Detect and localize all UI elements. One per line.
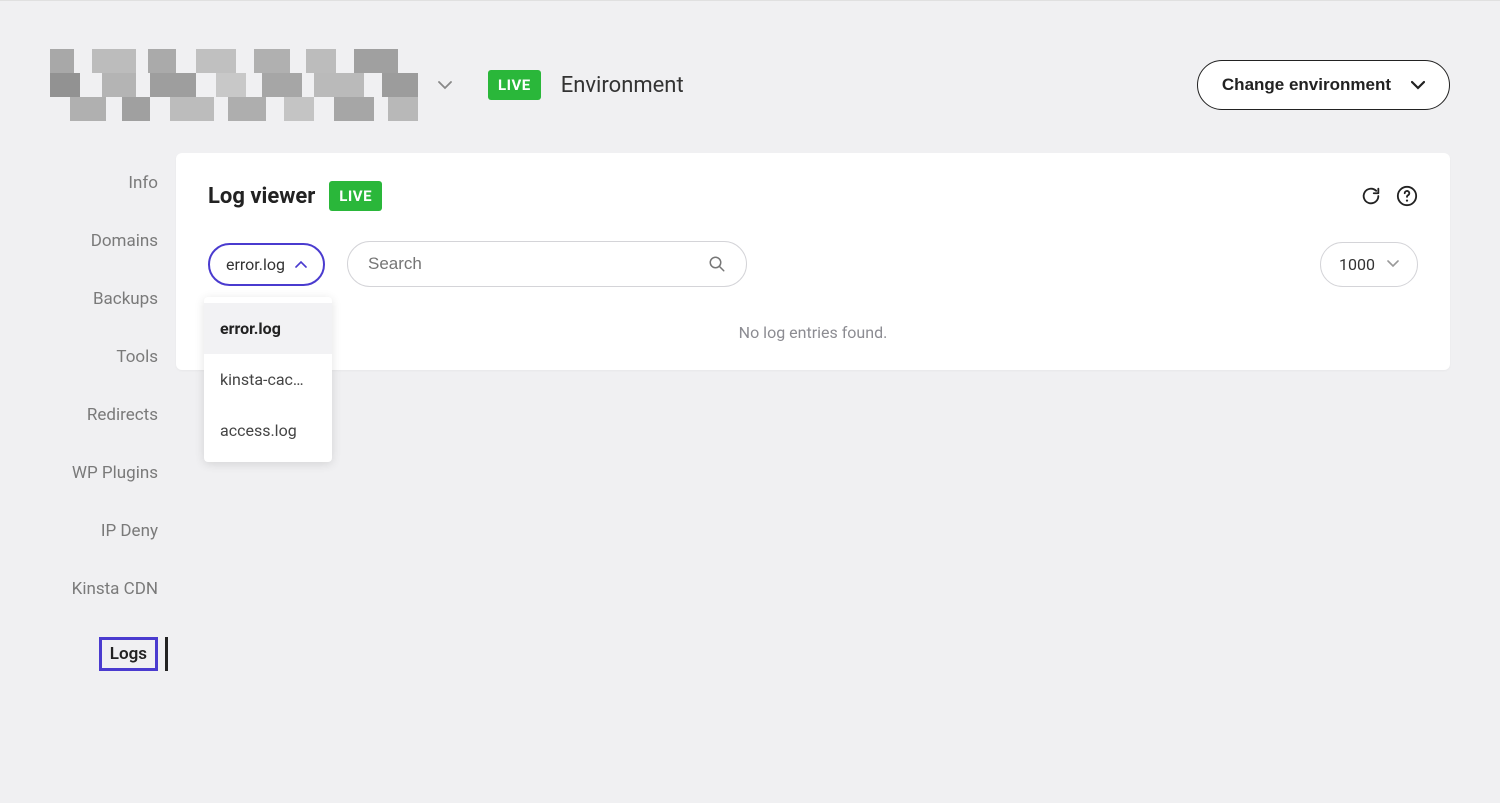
site-name-redacted xyxy=(50,49,418,121)
dropdown-item-error-log[interactable]: error.log xyxy=(204,303,332,354)
panel-live-badge: LIVE xyxy=(329,181,382,211)
log-viewer-panel: Log viewer LIVE error.log e xyxy=(176,153,1450,370)
panel-title: Log viewer xyxy=(208,184,315,209)
chevron-down-icon xyxy=(1411,80,1425,90)
chevron-down-icon xyxy=(1387,260,1399,268)
refresh-icon[interactable] xyxy=(1360,185,1382,207)
search-input[interactable] xyxy=(368,254,708,274)
sidebar-item-ip-deny[interactable]: IP Deny xyxy=(101,521,158,541)
search-field-wrapper xyxy=(347,241,747,287)
dropdown-item-access-log[interactable]: access.log xyxy=(204,405,332,456)
sidebar-item-kinsta-cdn[interactable]: Kinsta CDN xyxy=(72,579,158,599)
change-environment-label: Change environment xyxy=(1222,75,1391,95)
sidebar-item-tools[interactable]: Tools xyxy=(116,347,158,367)
sidebar-item-wp-plugins[interactable]: WP Plugins xyxy=(72,463,158,483)
empty-log-message: No log entries found. xyxy=(208,323,1418,342)
environment-live-badge: LIVE xyxy=(488,70,541,100)
log-file-dropdown: error.log kinsta-cac… access.log xyxy=(204,297,332,462)
sidebar-item-redirects[interactable]: Redirects xyxy=(87,405,158,425)
sidebar-item-domains[interactable]: Domains xyxy=(91,231,158,251)
sidebar-item-logs[interactable]: Logs xyxy=(99,637,158,671)
page-header: LIVE Environment Change environment xyxy=(50,49,1450,121)
search-icon xyxy=(708,255,726,273)
dropdown-item-kinsta-cache-log[interactable]: kinsta-cac… xyxy=(204,354,332,405)
row-count-selector[interactable]: 1000 xyxy=(1320,242,1418,287)
environment-label: Environment xyxy=(561,73,684,98)
change-environment-button[interactable]: Change environment xyxy=(1197,60,1450,110)
site-name-chevron-icon[interactable] xyxy=(438,80,452,90)
chevron-up-icon xyxy=(295,260,307,268)
sidebar-item-info[interactable]: Info xyxy=(128,173,158,193)
help-icon[interactable] xyxy=(1396,185,1418,207)
sidebar-item-backups[interactable]: Backups xyxy=(93,289,158,309)
row-count-value: 1000 xyxy=(1339,255,1375,274)
log-file-selector[interactable]: error.log xyxy=(208,243,325,286)
log-file-selector-value: error.log xyxy=(226,255,285,274)
sidebar-nav: Info Domains Backups Tools Redirects WP … xyxy=(50,153,158,671)
